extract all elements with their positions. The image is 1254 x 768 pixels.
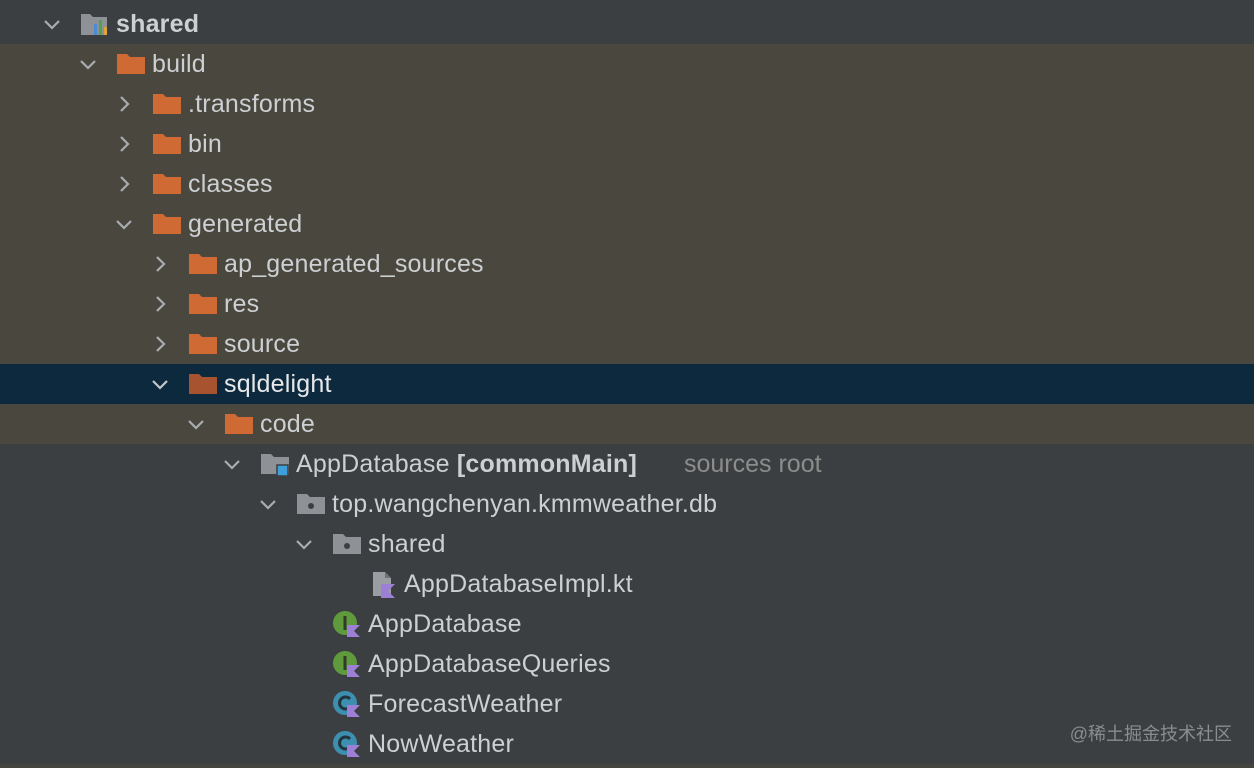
chevron-down-icon[interactable] [78,54,98,74]
package-icon [296,490,326,518]
chevron-right-icon[interactable] [150,254,170,274]
tree-node-label: ForecastWeather [368,690,563,718]
tree-node-label: classes [188,170,273,198]
chevron-down-icon[interactable] [114,214,134,234]
chevron-right-icon[interactable] [150,294,170,314]
watermark: @稀土掘金技术社区 [1069,724,1232,744]
chevron-right-icon[interactable] [150,334,170,354]
folder-icon [188,250,218,278]
tree-node-label: ap_generated_sources [224,250,484,278]
folder-icon [188,370,218,398]
folder-icon [152,170,182,198]
tree-node-generated[interactable]: generated [0,204,1254,244]
chevron-right-icon[interactable] [114,174,134,194]
tree-node-sqldelight[interactable]: sqldelight [0,364,1254,404]
chevron-down-icon[interactable] [222,454,242,474]
kotlin-class-icon [332,690,362,718]
tree-node-label: AppDatabaseImpl.kt [404,570,633,598]
chevron-down-icon[interactable] [186,414,206,434]
tree-node-package[interactable]: top.wangchenyan.kmmweather.db [0,484,1254,524]
module-icon [80,10,110,38]
tree-node-ap-generated-sources[interactable]: ap_generated_sources [0,244,1254,284]
tree-node-bin[interactable]: bin [0,124,1254,164]
tree-node-label: top.wangchenyan.kmmweather.db [332,490,718,518]
folder-icon [188,290,218,318]
kotlin-class-icon [332,730,362,758]
tree-node-code[interactable]: code [0,404,1254,444]
tree-node-source[interactable]: source [0,324,1254,364]
tree-node-label: .transforms [188,90,316,118]
tree-node-res[interactable]: res [0,284,1254,324]
tree-node-shared-package[interactable]: shared [0,524,1254,564]
tree-node-label: AppDatabaseQueries [368,650,611,678]
folder-icon [152,210,182,238]
tree-node-now-weather-class[interactable]: NowWeather [0,724,1254,764]
folder-icon [116,50,146,78]
panel-bottom-edge [0,764,1254,768]
tree-node-app-database-queries-interface[interactable]: AppDatabaseQueries [0,644,1254,684]
tree-node-build[interactable]: build [0,44,1254,84]
tree-node-label: bin [188,130,222,158]
source-root-icon [260,450,290,478]
folder-icon [152,130,182,158]
tree-node-label: build [152,50,206,78]
tree-node-label: NowWeather [368,730,515,758]
tree-node-label: AppDatabase [368,610,522,638]
tree-node-transforms[interactable]: .transforms [0,84,1254,124]
project-tree: shared build .transforms bin classes gen… [0,0,1254,768]
folder-icon [224,410,254,438]
chevron-down-icon[interactable] [258,494,278,514]
chevron-right-icon[interactable] [114,94,134,114]
chevron-down-icon[interactable] [42,14,62,34]
tree-node-app-database-impl-file[interactable]: AppDatabaseImpl.kt [0,564,1254,604]
tree-node-shared-module[interactable]: shared [0,4,1254,44]
tree-node-label: shared [116,10,200,38]
tree-node-app-database-interface[interactable]: AppDatabase [0,604,1254,644]
chevron-down-icon[interactable] [150,374,170,394]
kotlin-interface-icon [332,610,362,638]
chevron-right-icon[interactable] [114,134,134,154]
kotlin-interface-icon [332,650,362,678]
package-icon [332,530,362,558]
tree-node-app-database-source-root[interactable]: AppDatabase [commonMain] sources root [0,444,1254,484]
tree-node-label: AppDatabase [commonMain] [296,450,637,478]
kotlin-file-icon [368,570,398,598]
chevron-down-icon[interactable] [294,534,314,554]
source-set-qualifier: [commonMain] [456,450,638,478]
tree-node-classes[interactable]: classes [0,164,1254,204]
tree-node-forecast-weather-class[interactable]: ForecastWeather [0,684,1254,724]
tree-node-label: shared [368,530,446,558]
tree-node-label: sqldelight [224,370,332,398]
source-root-hint: sources root [684,450,822,478]
tree-node-label: res [224,290,260,318]
tree-node-label: generated [188,210,303,238]
folder-icon [188,330,218,358]
tree-node-label: code [260,410,316,438]
source-root-name: AppDatabase [296,450,450,478]
tree-node-label: source [224,330,301,358]
folder-icon [152,90,182,118]
